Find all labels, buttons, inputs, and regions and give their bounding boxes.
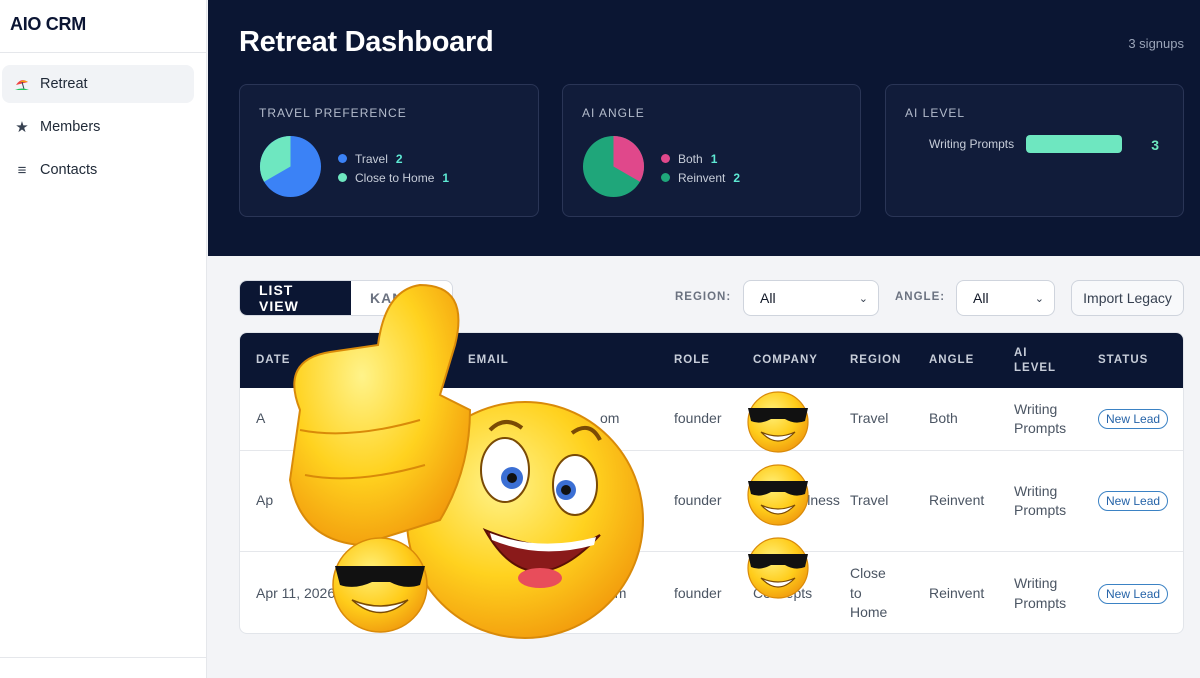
- cell-role: founder: [674, 584, 722, 601]
- col-header-date[interactable]: DATE: [256, 333, 290, 388]
- cell-status: New Lead: [1098, 451, 1169, 551]
- legend-dot: [338, 154, 347, 163]
- col-header-email[interactable]: EMAIL: [468, 333, 509, 388]
- col-header-angle[interactable]: ANGLE: [929, 333, 974, 388]
- angle-legend: Both 1 Reinvent 2: [661, 149, 740, 187]
- table-row[interactable]: Ap founder A cs Wellness Travel Reinvent…: [240, 451, 1183, 552]
- cell-ai-level: Writing Prompts: [1014, 482, 1067, 519]
- cell-date: Ap: [256, 492, 274, 509]
- col-header-status[interactable]: STATUS: [1098, 333, 1148, 388]
- card-title: AI LEVEL: [905, 106, 966, 120]
- cell-ai-level: Writing Prompts: [1014, 575, 1067, 611]
- cell-role: founder: [674, 410, 722, 427]
- cell-status: New Lead: [1098, 388, 1169, 450]
- ai-level-card: AI LEVEL Writing Prompts 3: [885, 84, 1184, 217]
- col-header-company[interactable]: COMPANY: [753, 333, 818, 388]
- chevron-down-icon: ⌄: [858, 292, 868, 305]
- cell-date: A: [256, 410, 266, 427]
- page-title: Retreat Dashboard: [239, 26, 494, 58]
- region-select-value: All: [760, 290, 776, 306]
- sidebar-item-label: Members: [40, 119, 101, 135]
- cell-ai-level: Writing Prompts: [1014, 400, 1067, 437]
- region-select[interactable]: All ⌄: [743, 280, 879, 316]
- legend-count: 1: [442, 170, 450, 185]
- legend-label: Travel: [355, 151, 388, 166]
- sidebar-footer-divider: [0, 657, 206, 658]
- list-view-tab[interactable]: LIST VIEW: [240, 281, 351, 315]
- sidebar-item-members[interactable]: ★ Members: [2, 108, 194, 146]
- cell-status: New Lead: [1098, 552, 1169, 633]
- cell-angle: Reinvent: [929, 492, 985, 509]
- table-header: DATE EMAIL ROLE COMPANY REGION ANGLE AI …: [240, 333, 1183, 388]
- sidebar-item-label: Retreat: [40, 76, 88, 92]
- status-badge: New Lead: [1098, 491, 1169, 511]
- legend-label: Close to Home: [355, 170, 435, 185]
- card-title: AI ANGLE: [582, 106, 645, 120]
- chevron-down-icon: ⌄: [1034, 292, 1044, 305]
- angle-select-value: All: [973, 290, 989, 306]
- cell-company: Concepts: [753, 584, 813, 601]
- cell-company: [753, 388, 843, 450]
- angle-filter-label: ANGLE:: [895, 291, 946, 303]
- level-bar: [1026, 135, 1123, 153]
- sidebar: AIO CRM Retreat ★ Members ≡ Contacts: [0, 0, 207, 678]
- cell-region: Travel: [850, 492, 889, 509]
- table-row[interactable]: A om founder Travel Both Writing Prompts…: [240, 388, 1183, 451]
- level-bar-row: Writing Prompts: [929, 135, 1123, 153]
- cell-region: Travel: [850, 410, 889, 427]
- col-header-region[interactable]: REGION: [850, 333, 901, 388]
- signups-table: DATE EMAIL ROLE COMPANY REGION ANGLE AI …: [239, 332, 1184, 634]
- col-header-ai-level[interactable]: AI LEVEL: [1014, 333, 1064, 388]
- travel-preference-card: TRAVEL PREFERENCE Travel 2 Close to Home…: [239, 84, 539, 217]
- app-brand: AIO CRM: [0, 0, 206, 53]
- legend-count: 2: [733, 170, 741, 185]
- cell-role: founder: [674, 492, 722, 509]
- angle-pie-chart: [582, 135, 645, 198]
- list-icon: ≡: [17, 161, 27, 179]
- sidebar-nav: Retreat ★ Members ≡ Contacts: [0, 53, 206, 189]
- travel-pie-chart: [259, 135, 322, 198]
- legend-dot: [661, 173, 670, 182]
- legend-count: 1: [710, 151, 718, 166]
- cell-email: om: [600, 410, 620, 427]
- level-bar-count: 3: [1151, 137, 1159, 153]
- ai-angle-card: AI ANGLE Both 1 Reinvent 2: [562, 84, 861, 217]
- card-title: TRAVEL PREFERENCE: [259, 106, 407, 120]
- sidebar-item-label: Contacts: [40, 162, 98, 178]
- dashboard-header: Retreat Dashboard 3 signups TRAVEL PREFE…: [208, 0, 1200, 256]
- legend-item: Close to Home 1: [338, 168, 449, 187]
- cell-email: com: [600, 584, 627, 601]
- signups-count: 3 signups: [1128, 36, 1184, 51]
- beach-umbrella-icon: [14, 76, 30, 92]
- sidebar-item-retreat[interactable]: Retreat: [2, 65, 194, 103]
- legend-dot: [338, 173, 347, 182]
- status-badge: New Lead: [1098, 409, 1169, 429]
- sidebar-item-contacts[interactable]: ≡ Contacts: [2, 151, 194, 189]
- region-filter-label: REGION:: [675, 291, 732, 303]
- legend-item: Reinvent 2: [661, 168, 740, 187]
- import-legacy-button[interactable]: Import Legacy: [1071, 280, 1184, 316]
- star-icon: ★: [15, 119, 29, 136]
- level-bar-label: Writing Prompts: [929, 137, 1015, 151]
- kanban-view-tab[interactable]: KAN: [351, 281, 422, 315]
- cell-date: Apr 11, 2026: [256, 584, 336, 601]
- legend-label: Reinvent: [678, 170, 726, 185]
- legend-label: Both: [678, 151, 703, 166]
- col-header-role[interactable]: ROLE: [674, 333, 710, 388]
- legend-item: Both 1: [661, 149, 740, 168]
- status-badge: New Lead: [1098, 583, 1169, 604]
- angle-select[interactable]: All ⌄: [956, 280, 1055, 316]
- cell-company: A cs Wellness: [753, 492, 840, 509]
- table-row[interactable]: Apr 11, 2026 com founder Concepts Close …: [240, 552, 1183, 633]
- travel-legend: Travel 2 Close to Home 1: [338, 149, 449, 187]
- cell-angle: Both: [929, 410, 958, 427]
- cell-region: Close to Home: [850, 565, 888, 621]
- view-toggle: LIST VIEW KAN: [239, 280, 453, 316]
- legend-dot: [661, 154, 670, 163]
- legend-item: Travel 2: [338, 149, 449, 168]
- legend-count: 2: [395, 151, 403, 166]
- cell-angle: Reinvent: [929, 584, 985, 601]
